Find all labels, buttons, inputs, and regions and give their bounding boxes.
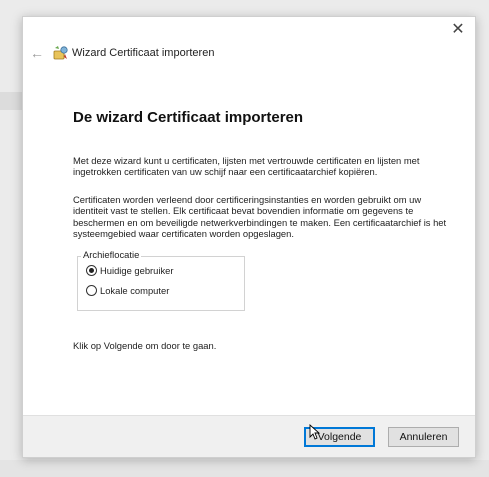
radio-local-machine[interactable]: Lokale computer [86, 285, 169, 296]
page-heading: De wizard Certificaat importeren [73, 109, 304, 126]
back-arrow-icon[interactable]: ← [29, 45, 45, 61]
radio-label-local-machine: Lokale computer [100, 285, 170, 296]
certificate-wizard-icon [53, 46, 68, 60]
radio-button-checked[interactable] [86, 265, 97, 276]
background-window-strip [0, 92, 22, 110]
cancel-button[interactable]: Annuleren [388, 427, 459, 447]
radio-button[interactable] [86, 285, 97, 296]
close-icon[interactable]: ✕ [449, 21, 467, 39]
store-location-label: Archieflocatie [81, 249, 142, 260]
background-bottom [0, 460, 489, 477]
import-wizard-dialog: ✕ ← Wizard Certificaat importeren De wiz… [22, 16, 476, 458]
description-text: Certificaten worden verleend door certif… [73, 194, 447, 239]
instruction-text: Klik op Volgende om door te gaan. [73, 340, 217, 351]
radio-current-user[interactable]: Huidige gebruiker [86, 265, 173, 276]
intro-text: Met deze wizard kunt u certificaten, lij… [73, 155, 420, 178]
mouse-cursor-icon [309, 424, 321, 440]
wizard-title: Wizard Certificaat importeren [72, 47, 215, 59]
dialog-footer: Volgende Annuleren [23, 415, 475, 457]
radio-label-current-user: Huidige gebruiker [100, 265, 174, 276]
